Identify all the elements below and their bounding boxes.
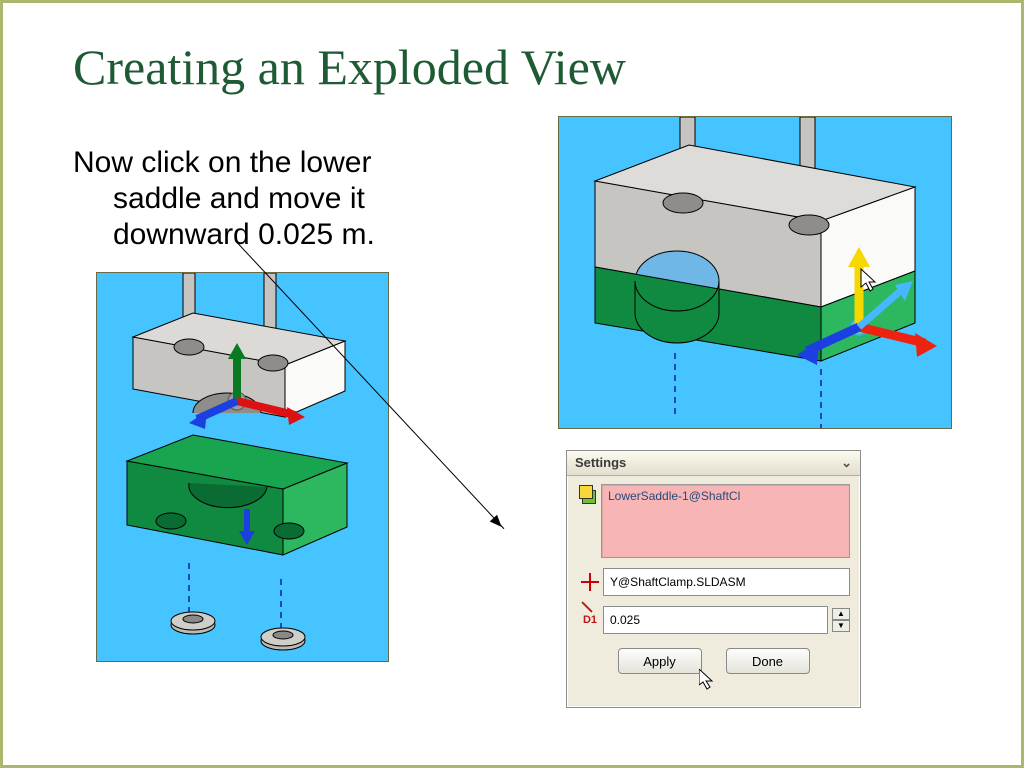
slide-frame: Creating an Exploded View Now click on t… xyxy=(0,0,1024,768)
settings-title: Settings xyxy=(575,451,626,475)
collapse-icon[interactable]: ⌄ xyxy=(841,451,852,475)
selection-item[interactable]: LowerSaddle-1@ShaftCl xyxy=(608,489,843,503)
cad-view-exploded xyxy=(96,272,389,662)
slide-title: Creating an Exploded View xyxy=(73,38,626,96)
spin-up-button[interactable]: ▲ xyxy=(832,608,850,620)
done-button[interactable]: Done xyxy=(726,648,810,674)
settings-header[interactable]: Settings ⌄ xyxy=(567,451,860,476)
settings-panel: Settings ⌄ LowerSaddle-1@ShaftCl D1 ▲ ▼ xyxy=(566,450,861,708)
instruction-line-2: saddle and move it xyxy=(73,181,453,217)
distance-field[interactable] xyxy=(603,606,828,634)
cad-view-selected xyxy=(558,116,952,429)
selected-drawing xyxy=(559,117,951,428)
apply-button[interactable]: Apply xyxy=(618,648,702,674)
spin-down-button[interactable]: ▼ xyxy=(832,620,850,632)
distance-spinner[interactable]: ▲ ▼ xyxy=(832,608,850,632)
direction-icon xyxy=(581,573,599,591)
direction-field[interactable] xyxy=(603,568,850,596)
exploded-drawing xyxy=(97,273,388,661)
component-icon xyxy=(579,485,597,503)
instruction-line-1: Now click on the lower xyxy=(73,146,371,179)
instruction-text: Now click on the lower saddle and move i… xyxy=(73,145,453,253)
distance-icon: D1 xyxy=(583,614,597,626)
selection-list[interactable]: LowerSaddle-1@ShaftCl xyxy=(601,484,850,558)
instruction-line-3: downward 0.025 m. xyxy=(73,217,453,253)
